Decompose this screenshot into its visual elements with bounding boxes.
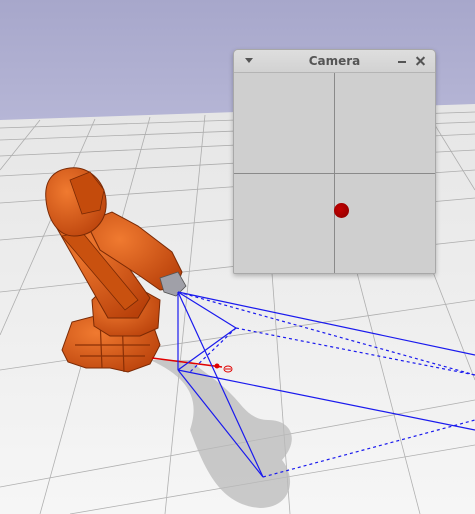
close-icon[interactable] bbox=[413, 53, 429, 69]
minimize-icon[interactable] bbox=[395, 54, 409, 68]
target-dot bbox=[334, 203, 349, 218]
crosshair-horizontal bbox=[234, 173, 435, 174]
camera-window[interactable]: Camera bbox=[233, 49, 436, 274]
camera-view[interactable] bbox=[234, 73, 435, 273]
camera-window-titlebar[interactable]: Camera bbox=[234, 50, 435, 73]
